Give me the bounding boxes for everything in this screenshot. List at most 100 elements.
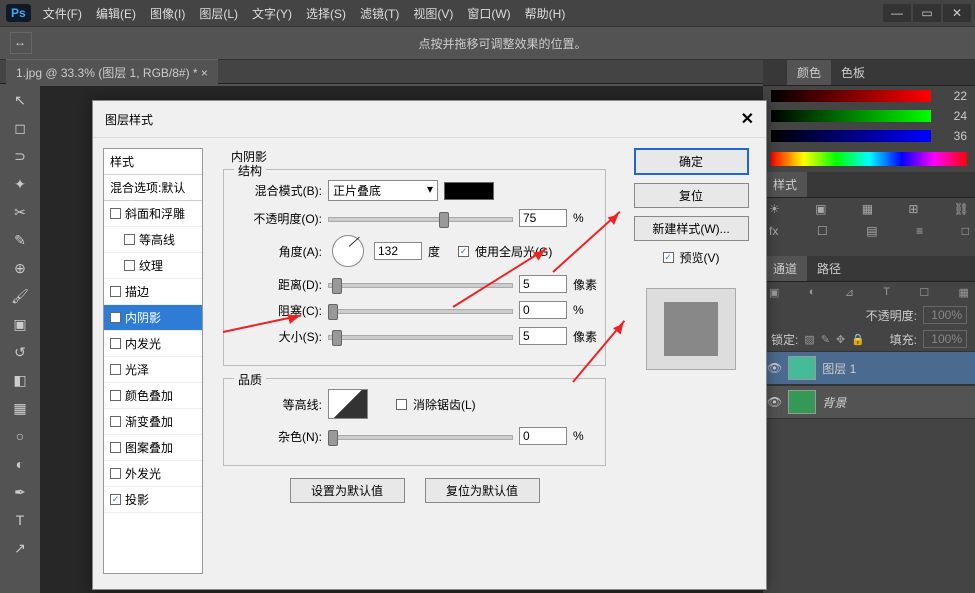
adj4-icon[interactable]: T	[883, 286, 890, 299]
crop-tool[interactable]: ✂	[8, 204, 32, 224]
style-grad-overlay[interactable]: 渐变叠加	[104, 409, 202, 435]
menu-edit[interactable]: 编辑(E)	[96, 5, 136, 22]
menu-layer[interactable]: 图层(L)	[199, 5, 238, 22]
style-outer-glow[interactable]: 外发光	[104, 461, 202, 487]
bars-icon[interactable]: ≡	[916, 224, 923, 238]
style-tab[interactable]: 样式	[763, 172, 807, 197]
doc-icon[interactable]: ☐	[817, 224, 828, 238]
red-slider[interactable]	[771, 90, 931, 102]
history-tool[interactable]: ↺	[8, 344, 32, 364]
style-pattern-overlay[interactable]: 图案叠加	[104, 435, 202, 461]
document-tab[interactable]: 1.jpg @ 33.3% (图层 1, RGB/8#) * ×	[6, 59, 218, 85]
fx-icon[interactable]: fx	[769, 224, 778, 238]
lock-trans-icon[interactable]: ▨	[804, 333, 814, 346]
lock-brush-icon[interactable]: ✎	[821, 333, 830, 346]
style-inner-shadow[interactable]: 内阴影	[104, 305, 202, 331]
fill-value[interactable]: 100%	[923, 330, 967, 348]
style-bevel[interactable]: 斜面和浮雕	[104, 201, 202, 227]
blendmode-combo[interactable]: 正片叠底▾	[328, 180, 438, 201]
adj6-icon[interactable]: ▦	[959, 286, 969, 299]
style-drop-shadow[interactable]: 投影	[104, 487, 202, 513]
reset-default-button[interactable]: 复位为默认值	[425, 478, 540, 503]
opacity-value[interactable]: 100%	[923, 306, 967, 324]
style-stroke[interactable]: 描边	[104, 279, 202, 305]
contour-picker[interactable]	[328, 389, 368, 419]
green-slider[interactable]	[771, 110, 931, 122]
channel-tab[interactable]: 通道	[763, 256, 807, 281]
lock-move-icon[interactable]: ✥	[836, 333, 845, 346]
adj1-icon[interactable]: ▣	[769, 286, 779, 299]
sun-icon[interactable]: ☀	[769, 202, 780, 216]
opacity-input[interactable]	[519, 209, 567, 227]
noise-input[interactable]	[519, 427, 567, 445]
shadow-color-swatch[interactable]	[444, 182, 494, 200]
distance-slider[interactable]	[328, 275, 513, 293]
lasso-tool[interactable]: ⊃	[8, 148, 32, 168]
minimize-button[interactable]: —	[883, 4, 911, 22]
pen-tool[interactable]: ✒	[8, 484, 32, 504]
adj5-icon[interactable]: ☐	[919, 286, 929, 299]
chain-icon[interactable]: ⛓	[954, 202, 969, 216]
path-tool[interactable]: ↗	[8, 540, 32, 560]
brush-tool[interactable]: 🖌	[8, 288, 32, 308]
layer-row-1[interactable]: 👁 图层 1	[763, 351, 975, 385]
stamp-tool[interactable]: ▣	[8, 316, 32, 336]
eyedropper-tool[interactable]: ✎	[8, 232, 32, 252]
grid-icon[interactable]: ▦	[862, 202, 873, 216]
distance-input[interactable]	[519, 275, 567, 293]
blur-tool[interactable]: ○	[8, 428, 32, 448]
choke-input[interactable]	[519, 301, 567, 319]
eye-icon[interactable]: 👁	[767, 361, 782, 375]
new-style-button[interactable]: 新建样式(W)...	[634, 216, 749, 241]
close-icon[interactable]: ✕	[741, 109, 754, 129]
preview-checkbox[interactable]	[663, 252, 674, 263]
spectrum-bar[interactable]	[771, 152, 967, 166]
menu-select[interactable]: 选择(S)	[306, 5, 346, 22]
lock-all-icon[interactable]: 🔒	[851, 333, 865, 346]
menu-filter[interactable]: 滤镜(T)	[360, 5, 399, 22]
noise-slider[interactable]	[328, 427, 513, 445]
adj3-icon[interactable]: ⊿	[845, 286, 854, 299]
wand-tool[interactable]: ✦	[8, 176, 32, 196]
plus-icon[interactable]: ⊞	[908, 202, 918, 216]
size-slider[interactable]	[328, 327, 513, 345]
style-color-overlay[interactable]: 颜色叠加	[104, 383, 202, 409]
path-tab[interactable]: 路径	[807, 256, 851, 281]
ok-button[interactable]: 确定	[634, 148, 749, 175]
marquee-tool[interactable]: ◻	[8, 120, 32, 140]
text-tool[interactable]: T	[8, 512, 32, 532]
menu-file[interactable]: 文件(F)	[43, 5, 82, 22]
eraser-tool[interactable]: ◧	[8, 372, 32, 392]
opacity-slider[interactable]	[328, 209, 513, 227]
angle-input[interactable]	[374, 242, 422, 260]
menu-window[interactable]: 窗口(W)	[467, 5, 510, 22]
menu-help[interactable]: 帮助(H)	[525, 5, 566, 22]
trash1-icon[interactable]: ▤	[866, 224, 877, 238]
menu-text[interactable]: 文字(Y)	[252, 5, 292, 22]
choke-slider[interactable]	[328, 301, 513, 319]
move-tool-icon[interactable]	[10, 32, 32, 54]
style-texture[interactable]: 纹理	[104, 253, 202, 279]
size-input[interactable]	[519, 327, 567, 345]
cancel-button[interactable]: 复位	[634, 183, 749, 208]
layer-row-bg[interactable]: 👁 背景	[763, 385, 975, 419]
heal-tool[interactable]: ⊕	[8, 260, 32, 280]
blending-defaults[interactable]: 混合选项:默认	[104, 175, 202, 201]
color-tab[interactable]: 颜色	[787, 60, 831, 85]
swatch-tab[interactable]: 色板	[831, 60, 875, 85]
maximize-button[interactable]: ▭	[913, 4, 941, 22]
gradient-tool[interactable]: ▦	[8, 400, 32, 420]
dodge-tool[interactable]: ◐	[8, 456, 32, 476]
menu-view[interactable]: 视图(V)	[413, 5, 453, 22]
blue-slider[interactable]	[771, 130, 931, 142]
close-button[interactable]: ✕	[943, 4, 971, 22]
set-default-button[interactable]: 设置为默认值	[290, 478, 405, 503]
style-satin[interactable]: 光泽	[104, 357, 202, 383]
square-icon[interactable]: □	[962, 224, 969, 238]
move-tool[interactable]: ↖	[8, 92, 32, 112]
eye-icon-2[interactable]: 👁	[767, 395, 782, 409]
menu-image[interactable]: 图像(I)	[150, 5, 185, 22]
antialias-checkbox[interactable]	[396, 399, 407, 410]
styles-header[interactable]: 样式	[104, 149, 202, 175]
style-contour[interactable]: 等高线	[104, 227, 202, 253]
